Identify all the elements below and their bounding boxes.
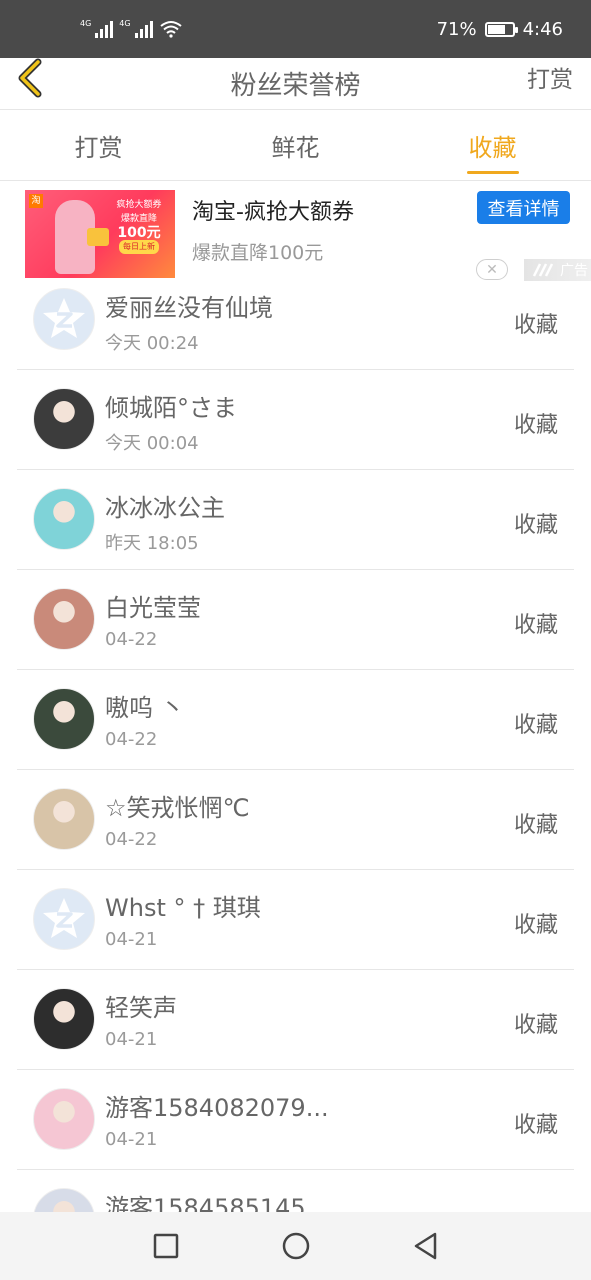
chevron-left-icon	[18, 58, 42, 98]
timestamp: 04-22	[105, 829, 158, 850]
tab-label: 打赏	[74, 134, 123, 162]
list-item[interactable]: ☆笑戎怅惘℃ 04-22 收藏	[17, 770, 574, 870]
list-item[interactable]: 嗷呜 丶 04-22 收藏	[17, 670, 574, 770]
triangle-back-icon	[414, 1232, 436, 1260]
default-avatar[interactable]	[33, 888, 95, 950]
qzone-star-icon	[43, 298, 85, 338]
favorite-label: 收藏	[513, 513, 558, 538]
avatar[interactable]	[33, 988, 95, 1050]
list-item[interactable]: 倾城陌°さま今天 00:04 收藏	[17, 370, 574, 470]
tab-favorites[interactable]: 收藏	[394, 111, 591, 180]
clock: 4:46	[522, 18, 563, 40]
network-type: 4G	[119, 19, 131, 28]
user-name: Whst ° † 琪琪	[105, 894, 261, 922]
favorite-label: 收藏	[513, 1113, 558, 1138]
user-name: 倾城陌°さま	[105, 394, 237, 422]
ad-image[interactable]: 淘 疯抢大额券 爆款直降 100元 每日上新	[25, 190, 175, 278]
coupon-text: 疯抢大额券 爆款直降 100元 每日上新	[109, 198, 169, 270]
favorite-label: 收藏	[513, 613, 558, 638]
status-right: 71% 4:46	[437, 19, 563, 40]
wifi-icon	[159, 21, 182, 38]
ad-subtitle: 爆款直降100元	[192, 242, 324, 264]
user-name: 嗷呜 丶	[105, 694, 185, 722]
user-name: 爱丽丝没有仙境	[105, 294, 273, 322]
back-button[interactable]	[14, 58, 50, 98]
favorite-label: 收藏	[513, 713, 558, 738]
reward-button[interactable]: 打赏	[527, 60, 573, 94]
signal-group: 4G 4G	[80, 20, 183, 38]
recent-apps-button[interactable]	[141, 1221, 191, 1271]
home-button[interactable]	[271, 1221, 321, 1271]
system-back-button[interactable]	[401, 1221, 451, 1271]
ad-details-button[interactable]: 查看详情	[477, 191, 570, 224]
battery-icon	[484, 21, 518, 37]
user-name: 游客1584082079...	[105, 1094, 329, 1122]
timestamp: 昨天 18:05	[105, 533, 199, 554]
avatar[interactable]	[33, 388, 95, 450]
timestamp: 04-21	[105, 1029, 158, 1050]
favorite-label: 收藏	[513, 313, 558, 338]
circle-icon	[282, 1232, 309, 1260]
list-item[interactable]: 爱丽丝没有仙境今天 00:24 收藏	[17, 270, 574, 370]
square-icon	[153, 1233, 178, 1259]
signal-icon: 4G	[119, 19, 153, 38]
avatar[interactable]	[33, 588, 95, 650]
favorite-label: 收藏	[513, 1013, 558, 1038]
user-name: 冰冰冰公主	[105, 494, 225, 522]
user-name: ☆笑戎怅惘℃	[105, 794, 250, 822]
tab-active-indicator	[466, 171, 519, 174]
timestamp: 今天 00:24	[105, 333, 199, 354]
list-item[interactable]: 冰冰冰公主昨天 18:05 收藏	[17, 470, 574, 570]
fan-list: 爱丽丝没有仙境 今天 00:24 收藏 倾城陌°さま 今天 00:04 收藏 冰冰冰公主 昨天…	[0, 270, 591, 1270]
tab-label: 收藏	[468, 134, 517, 162]
signal-icon: 4G	[80, 19, 114, 38]
avatar[interactable]	[33, 488, 95, 550]
favorite-label: 收藏	[513, 413, 558, 438]
bag-image	[87, 228, 109, 246]
system-nav-bar	[0, 1212, 591, 1280]
page-title: 粉丝荣誉榜	[230, 71, 361, 101]
timestamp: 04-21	[105, 929, 158, 950]
qzone-star-icon	[43, 898, 85, 938]
tab-reward[interactable]: 打赏	[0, 111, 197, 180]
list-item[interactable]: 轻笑声 04-21 收藏	[17, 970, 574, 1070]
ad-title: 淘宝-疯抢大额券	[192, 200, 354, 225]
timestamp: 04-21	[105, 1129, 158, 1150]
tab-flowers[interactable]: 鲜花	[197, 111, 394, 180]
tab-bar: 打赏 鲜花 收藏	[0, 111, 591, 181]
status-bar: 4G 4G 71% 4:46	[0, 0, 591, 58]
timestamp: 今天 00:04	[105, 433, 199, 454]
favorite-label: 收藏	[513, 813, 558, 838]
timestamp: 04-22	[105, 729, 158, 750]
favorite-label: 收藏	[513, 913, 558, 938]
list-item[interactable]: 游客1584082079... 04-21 收藏	[17, 1070, 574, 1170]
avatar[interactable]	[33, 788, 95, 850]
tab-label: 鲜花	[271, 134, 320, 162]
taobao-logo: 淘	[29, 194, 43, 208]
timestamp: 04-22	[105, 629, 158, 650]
header: 粉丝荣誉榜 打赏	[0, 58, 591, 110]
network-type: 4G	[80, 19, 92, 28]
avatar[interactable]	[33, 688, 95, 750]
avatar[interactable]	[33, 1088, 95, 1150]
user-name: 白光莹莹	[105, 594, 201, 622]
list-item[interactable]: Whst ° † 琪琪 04-21 收藏	[17, 870, 574, 970]
ad-banner[interactable]: 淘 疯抢大额券 爆款直降 100元 每日上新 淘宝-疯抢大额券 爆款直降100元…	[0, 182, 591, 284]
battery-fill	[487, 24, 505, 34]
battery-percent: 71%	[436, 18, 477, 40]
default-avatar[interactable]	[33, 288, 95, 350]
list-item[interactable]: 白光莹莹 04-22 收藏	[17, 570, 574, 670]
user-name: 轻笑声	[105, 994, 177, 1022]
